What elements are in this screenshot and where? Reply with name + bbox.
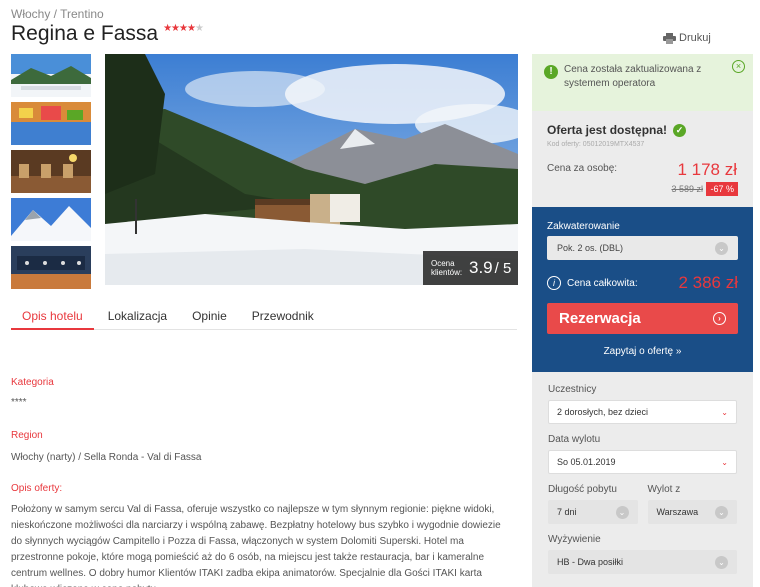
board-value: HB - Dwa posiłki	[557, 557, 624, 567]
total-price-row: i Cena całkowita: 2 386 zł	[547, 273, 738, 293]
thumbnail-3[interactable]	[11, 150, 91, 193]
accommodation-value: Pok. 2 os. (DBL)	[557, 243, 624, 253]
print-button[interactable]: Drukuj	[663, 32, 711, 44]
chevron-down-icon: ⌄	[721, 407, 728, 417]
rating-max: / 5	[494, 259, 512, 277]
arrow-right-icon: ›	[713, 312, 726, 325]
tab-location[interactable]: Lokalizacja	[97, 298, 178, 330]
thumbnail-strip	[11, 54, 91, 294]
chevron-down-icon: ⌄	[715, 241, 728, 255]
thumbnail-5[interactable]	[11, 246, 91, 289]
star-rating: ★★★★★	[163, 23, 204, 34]
category-label: Kategoria	[11, 377, 54, 388]
length-value: 7 dni	[557, 507, 577, 517]
print-label: Drukuj	[679, 32, 711, 44]
chevron-down-icon: ⌄	[615, 505, 629, 519]
rating-badge: Ocena klientów: 3.9 / 5	[423, 251, 518, 285]
price-per-person: 1 178 zł	[677, 160, 737, 179]
trip-parameters: Uczestnicy 2 dorosłych, bez dzieci ⌄ Dat…	[532, 372, 753, 587]
accommodation-label: Zakwaterowanie	[547, 221, 620, 232]
breadcrumb[interactable]: Włochy / Trentino	[11, 7, 104, 21]
offer-status: Oferta jest dostępna! ✓	[547, 123, 738, 137]
chevron-down-icon: ⌄	[715, 505, 728, 519]
offer-panel: Oferta jest dostępna! ✓ Kod oferty: 0501…	[532, 111, 753, 207]
close-icon[interactable]: ×	[732, 60, 745, 73]
length-label: Długość pobytu	[548, 484, 617, 495]
total-price: 2 386 zł	[678, 273, 738, 292]
discount-badge: -67 %	[706, 182, 738, 196]
hotel-tabs: Opis hotelu Lokalizacja Opinie Przewodni…	[11, 298, 517, 330]
region-label: Region	[11, 430, 43, 441]
accommodation-select[interactable]: Pok. 2 os. (DBL) ⌄	[547, 236, 738, 260]
offer-code: Kod oferty: 05012019MTX4537	[547, 141, 645, 148]
board-select[interactable]: HB - Dwa posiłki ⌄	[548, 550, 737, 574]
thumbnail-4[interactable]	[11, 198, 91, 241]
main-photo[interactable]: Ocena klientów: 3.9 / 5	[105, 54, 518, 285]
rating-label: Ocena klientów:	[431, 259, 463, 277]
total-price-label: Cena całkowita:	[567, 277, 638, 289]
reserve-button[interactable]: Rezerwacja ›	[547, 303, 738, 334]
offer-description-label: Opis oferty:	[11, 483, 63, 494]
board-label: Wyżywienie	[548, 534, 601, 545]
booking-panel: Zakwaterowanie Pok. 2 os. (DBL) ⌄ i Cena…	[532, 207, 753, 372]
tab-reviews[interactable]: Opinie	[181, 298, 238, 330]
departure-select[interactable]: So 05.01.2019 ⌄	[548, 450, 737, 474]
booking-sidebar: ! Cena została zaktualizowana z systemem…	[532, 54, 753, 587]
hotel-name: Regina e Fassa	[11, 22, 159, 45]
ask-about-offer-link[interactable]: Zapytaj o ofertę »	[547, 346, 738, 357]
category-value: ****	[11, 397, 27, 408]
chevron-down-icon: ⌄	[715, 555, 728, 569]
tab-guide[interactable]: Przewodnik	[241, 298, 325, 330]
chevron-down-icon: ⌄	[721, 457, 728, 467]
departure-label: Data wylotu	[548, 434, 601, 445]
price-per-person-label: Cena za osobę:	[547, 163, 618, 174]
thumbnail-1[interactable]	[11, 54, 91, 97]
offer-description: Położony w samym sercu Val di Fassa, ofe…	[11, 504, 501, 587]
region-value: Włochy (narty) / Sella Ronda - Val di Fa…	[11, 452, 202, 463]
info-icon[interactable]: i	[547, 276, 561, 290]
notice-text: Cena została zaktualizowana z systemem o…	[564, 64, 702, 89]
departure-city-label: Wylot z	[647, 484, 681, 495]
hotel-title: Regina e Fassa ★★★★★	[11, 22, 204, 46]
price-update-notice: ! Cena została zaktualizowana z systemem…	[532, 54, 753, 118]
departure-city-value: Warszawa	[656, 507, 699, 517]
old-price: 3 589 zł	[671, 184, 703, 194]
tab-description[interactable]: Opis hotelu	[11, 298, 94, 330]
offer-title: Oferta jest dostępna!	[547, 123, 668, 137]
participants-select[interactable]: 2 dorosłych, bez dzieci ⌄	[548, 400, 737, 424]
departure-city-select[interactable]: Warszawa ⌄	[647, 500, 737, 524]
check-icon: ✓	[673, 123, 687, 137]
departure-value: So 05.01.2019	[557, 457, 616, 467]
rating-value: 3.9	[469, 258, 493, 277]
alert-icon: !	[544, 65, 558, 79]
length-select[interactable]: 7 dni ⌄	[548, 500, 638, 524]
printer-icon	[663, 32, 676, 44]
participants-label: Uczestnicy	[548, 384, 597, 395]
participants-value: 2 dorosłych, bez dzieci	[557, 407, 649, 417]
thumbnail-2[interactable]	[11, 102, 91, 145]
reserve-label: Rezerwacja	[559, 310, 641, 327]
